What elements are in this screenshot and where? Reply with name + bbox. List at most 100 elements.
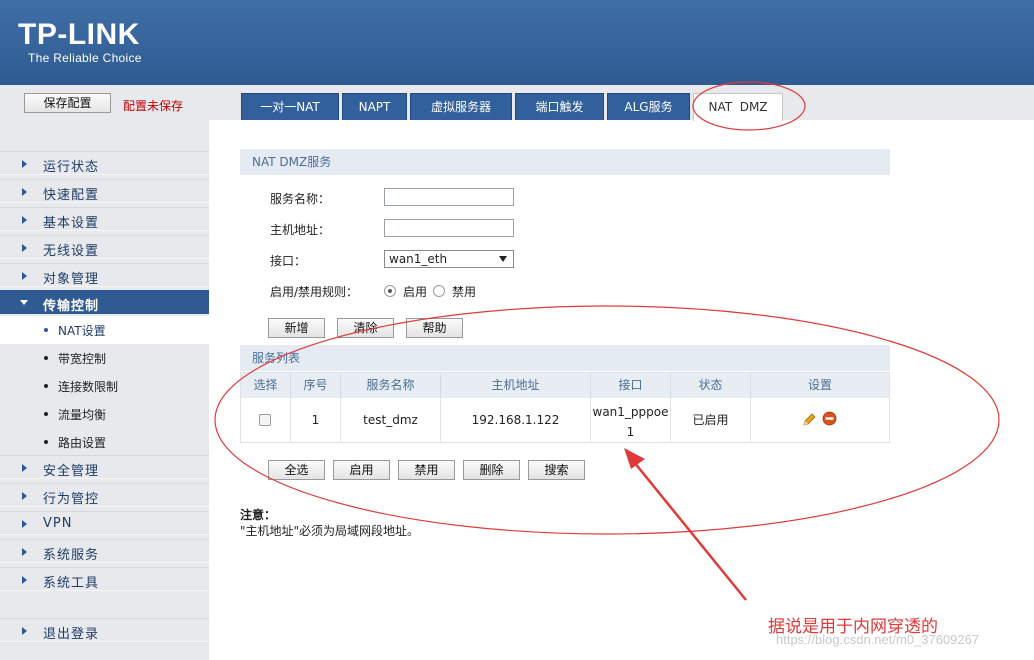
section-title-service-list: 服务列表: [240, 345, 890, 371]
sidebar: 运行状态 快速配置 基本设置 无线设置 对象管理 传输控制 NAT设置 带宽控制…: [0, 120, 209, 660]
annotation-arrow-head: [624, 448, 645, 469]
arrow-right-icon: [22, 160, 27, 168]
disable-radio-label: 禁用: [452, 285, 477, 299]
disable-button[interactable]: 禁用: [398, 460, 455, 480]
arrow-right-icon: [22, 492, 27, 500]
sidebar-subitem-label: 流量均衡: [58, 408, 107, 422]
host-address-label: 主机地址：: [270, 223, 331, 237]
brand-logo: TP-LINK: [18, 18, 140, 51]
row-select-cell: [241, 398, 291, 443]
page: TP-LINK The Reliable Choice 保存配置 配置未保存 一…: [0, 0, 1034, 660]
pencil-icon[interactable]: [801, 412, 817, 428]
arrow-right-icon: [22, 272, 27, 280]
bullet-icon: [44, 440, 48, 444]
sidebar-subitem-label: NAT设置: [58, 324, 106, 338]
watermark: https://blog.csdn.net/m0_37609267: [776, 632, 980, 647]
sidebar-subitem-nat-settings[interactable]: NAT设置: [0, 316, 209, 344]
bullet-icon: [44, 356, 48, 360]
add-button[interactable]: 新增: [268, 318, 325, 338]
arrow-right-icon: [22, 548, 27, 556]
arrow-right-icon: [22, 627, 27, 635]
sidebar-item-basic-settings[interactable]: 基本设置: [0, 207, 209, 231]
tab-napt[interactable]: NAPT: [342, 93, 407, 120]
sidebar-item-label: VPN: [43, 516, 73, 531]
sidebar-item-wireless[interactable]: 无线设置: [0, 235, 209, 259]
arrow-right-icon: [22, 188, 27, 196]
sidebar-item-logout[interactable]: 退出登录: [0, 618, 209, 642]
row-interface-line1: wan1_pppoe: [592, 405, 669, 419]
header: TP-LINK The Reliable Choice: [0, 0, 1034, 85]
annotation-arrow-line: [633, 461, 747, 601]
sidebar-item-label: 无线设置: [43, 244, 100, 259]
section-title-nat-dmz: NAT DMZ服务: [240, 149, 890, 175]
col-header-index: 序号: [291, 373, 341, 398]
sidebar-item-transport-control[interactable]: 传输控制: [0, 290, 209, 314]
sidebar-subitem-label: 连接数限制: [58, 380, 119, 394]
rule-label: 启用/禁用规则：: [270, 285, 359, 299]
sidebar-item-label: 系统服务: [43, 548, 100, 563]
row-interface-cell: wan1_pppoe 1: [591, 398, 671, 443]
row-interface-line2: 1: [626, 425, 635, 439]
row-service-name: test_dmz: [341, 398, 441, 443]
chevron-down-icon: [499, 256, 507, 262]
note-body: "主机地址"必须为局域网段地址。: [240, 524, 420, 538]
delete-button[interactable]: 删除: [463, 460, 520, 480]
minus-circle-icon[interactable]: [822, 411, 837, 426]
service-name-label: 服务名称：: [270, 192, 331, 206]
sidebar-item-run-status[interactable]: 运行状态: [0, 151, 209, 175]
service-name-input[interactable]: [384, 188, 514, 206]
sidebar-item-label: 基本设置: [43, 216, 100, 231]
sidebar-item-system-service[interactable]: 系统服务: [0, 539, 209, 563]
help-button[interactable]: 帮助: [406, 318, 463, 338]
clear-button[interactable]: 清除: [337, 318, 394, 338]
sidebar-subitem-load-balance[interactable]: 流量均衡: [0, 400, 209, 428]
sidebar-item-quick-config[interactable]: 快速配置: [0, 179, 209, 203]
sidebar-item-security[interactable]: 安全管理: [0, 455, 209, 479]
sidebar-subitem-connection-limit[interactable]: 连接数限制: [0, 372, 209, 400]
col-header-interface: 接口: [591, 373, 671, 398]
arrow-right-icon: [22, 216, 27, 224]
tab-virtual-server[interactable]: 虚拟服务器: [410, 93, 512, 120]
enable-radio[interactable]: [384, 285, 396, 297]
sidebar-subitem-bandwidth[interactable]: 带宽控制: [0, 344, 209, 372]
interface-label: 接口：: [270, 254, 307, 268]
arrow-right-icon: [22, 464, 27, 472]
host-address-input[interactable]: [384, 219, 514, 237]
sidebar-item-label: 快速配置: [43, 188, 100, 203]
row-checkbox[interactable]: [259, 414, 271, 426]
bullet-icon: [44, 412, 48, 416]
brand-slogan: The Reliable Choice: [28, 51, 142, 65]
row-host-address: 192.168.1.122: [441, 398, 591, 443]
sidebar-item-label: 系统工具: [43, 576, 100, 591]
interface-select[interactable]: wan1_eth: [384, 250, 514, 268]
col-header-host: 主机地址: [441, 373, 591, 398]
arrow-right-icon: [22, 244, 27, 252]
tab-port-trigger[interactable]: 端口触发: [515, 93, 604, 120]
search-button[interactable]: 搜索: [528, 460, 585, 480]
sidebar-item-label: 安全管理: [43, 464, 100, 479]
row-settings-cell: [751, 398, 889, 443]
sidebar-item-system-tools[interactable]: 系统工具: [0, 567, 209, 591]
sidebar-subitem-routing[interactable]: 路由设置: [0, 428, 209, 456]
col-header-select: 选择: [241, 373, 291, 398]
disable-radio[interactable]: [433, 285, 445, 297]
save-config-button[interactable]: 保存配置: [24, 93, 111, 113]
sidebar-subitem-label: 路由设置: [58, 436, 107, 450]
tab-one-to-one-nat[interactable]: 一对一NAT: [241, 93, 339, 120]
tab-alg-service[interactable]: ALG服务: [607, 93, 690, 120]
sidebar-item-label: 运行状态: [43, 160, 100, 175]
row-index: 1: [291, 398, 341, 443]
tab-nat-dmz[interactable]: NAT DMZ: [693, 93, 783, 121]
service-table: 选择 序号 服务名称 主机地址 接口 状态 设置 1 test_dmz 192.…: [240, 372, 890, 443]
arrow-right-icon: [22, 576, 27, 584]
sidebar-item-vpn[interactable]: VPN: [0, 511, 209, 535]
sidebar-item-label: 行为管控: [43, 492, 100, 507]
bullet-icon: [44, 328, 48, 332]
enable-button[interactable]: 启用: [333, 460, 390, 480]
note-title: 注意：: [240, 508, 277, 522]
select-all-button[interactable]: 全选: [268, 460, 325, 480]
sidebar-item-label: 对象管理: [43, 272, 100, 287]
sidebar-item-behavior-control[interactable]: 行为管控: [0, 483, 209, 507]
bullet-icon: [44, 384, 48, 388]
sidebar-item-object-mgmt[interactable]: 对象管理: [0, 263, 209, 287]
